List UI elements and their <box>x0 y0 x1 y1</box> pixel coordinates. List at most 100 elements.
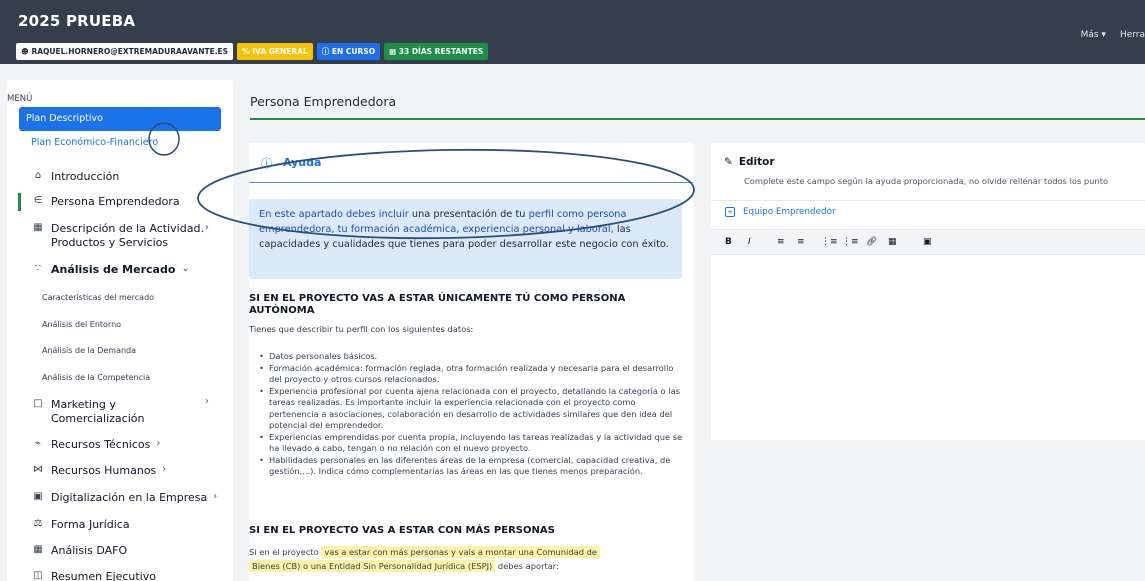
chevron-right-icon: › <box>156 438 161 449</box>
sidebar-item-label: Marketing y Comercialización <box>51 398 144 426</box>
menu-label: MENÚ <box>7 94 33 104</box>
sidebar-item-introduccion[interactable]: ⌂ Introducción <box>31 170 120 184</box>
sidebar-item-label: Digitalización en la Empresa <box>51 491 208 504</box>
page-title: Persona Emprendedora <box>250 94 397 109</box>
section-text-grupo: Si en el proyecto vas a estar con más pe… <box>249 545 679 573</box>
help-icon: ⓘ <box>261 157 272 170</box>
iva-badge: % IVA GENERAL <box>237 43 313 60</box>
label-line-1: Marketing y <box>51 398 116 411</box>
sidebar-item-digitalizacion[interactable]: ▣ Digitalización en la Empresa › <box>31 491 217 505</box>
divider <box>711 200 1145 201</box>
status-badge-text: EN CURSO <box>331 47 376 56</box>
sidebar-item-label: Introducción <box>51 170 120 183</box>
days-remaining-badge: ▦ 33 DÍAS RESTANTES <box>384 43 489 60</box>
home-icon: ⌂ <box>34 170 42 181</box>
sub-item-demanda[interactable]: Análisis de la Demanda <box>42 346 136 355</box>
plan-descriptivo-tab[interactable]: Plan Descriptivo <box>19 107 221 131</box>
sidebar-item-label: Recursos Humanos <box>51 464 157 477</box>
section-title-grupo: SI EN EL PROYECTO VAS A ESTAR CON MÁS PE… <box>249 525 555 536</box>
active-indicator <box>18 193 21 211</box>
calculator-icon: ▦ <box>33 222 43 233</box>
editor-subtitle: Complete este campo según la ayuda propo… <box>744 176 1109 186</box>
sidebar: MENÚ Plan Descriptivo Plan Económico-Fin… <box>7 80 233 581</box>
sidebar-item-label: Análisis de Mercado <box>51 263 176 276</box>
sidebar-item-forma-juridica[interactable]: ⚖ Forma Jurídica <box>31 518 130 532</box>
sub-item-competencia[interactable]: Análisis de la Competencia <box>42 373 150 382</box>
numbered-list-icon[interactable]: ⋮≡ <box>842 237 859 247</box>
sidebar-item-marketing[interactable]: □ Marketing y Comercialización <box>31 398 144 426</box>
list-item: Datos personales básicos. <box>259 351 684 363</box>
highlighted-text: vas a estar con más personas y vais a mo… <box>321 546 600 558</box>
info-text: una presentación de tu <box>408 209 529 220</box>
chevron-right-icon: › <box>162 464 167 475</box>
sidebar-item-recursos-humanos[interactable]: ⋈ Recursos Humanos › <box>31 464 166 478</box>
bullet-list-icon[interactable]: ⋮≡ <box>821 237 838 247</box>
sidebar-item-recursos-tecnicos[interactable]: ⌁ Recursos Técnicos › <box>31 438 160 452</box>
plan-title: 2025 PRUEBA <box>18 12 136 30</box>
title-divider <box>250 118 1145 120</box>
editor-title: ✎ Editor <box>724 156 775 168</box>
table-icon[interactable]: ▦ <box>888 237 897 247</box>
text-part: Si en el proyecto <box>249 547 322 557</box>
sidebar-item-dafo[interactable]: ▦ Análisis DAFO <box>31 544 127 558</box>
sidebar-item-label: Descripción de la Actividad. Productos y… <box>51 222 204 250</box>
list-item: Formación académica: formación reglada, … <box>259 363 684 386</box>
editor-title-text: Editor <box>738 156 775 168</box>
sidebar-item-label: Resumen Ejecutivo <box>51 570 156 581</box>
sidebar-item-descripcion[interactable]: ▦ Descripción de la Actividad. Productos… <box>31 222 204 250</box>
align-left-icon[interactable]: ≡ <box>777 237 785 247</box>
sidebar-item-label: Forma Jurídica <box>51 518 130 531</box>
label-line-1: Descripción de la Actividad. <box>51 222 204 235</box>
chart-icon: ∵ <box>34 263 42 274</box>
people-icon: ∈ <box>33 195 43 206</box>
more-menu[interactable]: Más ▾ <box>1081 30 1106 40</box>
bold-button[interactable]: B <box>725 237 732 247</box>
italic-button[interactable]: I <box>748 237 751 247</box>
link-icon[interactable]: 🔗︎ <box>866 237 877 247</box>
label-line-2: Productos y Servicios <box>51 236 169 249</box>
iva-badge-text: IVA GENERAL <box>252 47 308 56</box>
list-item: Habilidades personales en las diferentes… <box>259 455 684 478</box>
sidebar-item-label: Persona Emprendedora <box>51 195 180 208</box>
info-highlight: En este apartado debes incluir <box>259 209 409 220</box>
days-remaining-text: 33 DÍAS RESTANTES <box>398 47 484 56</box>
tab-equipo-emprendedor[interactable]: + Equipo Emprendedor <box>725 207 836 217</box>
laptop-icon: ▣ <box>33 491 43 502</box>
plan-economico-tab[interactable]: Plan Económico-Financiero <box>31 137 158 148</box>
sub-item-entorno[interactable]: Análisis del Entorno <box>42 320 121 329</box>
sub-item-caracteristicas[interactable]: Características del mercado <box>42 293 154 302</box>
tools-menu[interactable]: Herra <box>1120 30 1145 40</box>
status-badges: ☻ RAQUEL.HORNERO@EXTREMADURAAVANTE.ES % … <box>16 43 489 60</box>
pencil-icon: ✎ <box>724 156 733 168</box>
help-header: ⓘ Ayuda <box>249 143 693 183</box>
sidebar-item-label: Análisis DAFO <box>51 544 128 557</box>
doc-icon: ◫ <box>33 570 43 581</box>
scale-icon: ⚖ <box>33 518 43 529</box>
tools-icon: ⌁ <box>34 438 42 449</box>
label-line-2: Comercialización <box>51 412 145 425</box>
chevron-down-icon: ⌄ <box>181 263 190 274</box>
highlighted-text: Bienes (CB) o una Entidad Sin Personalid… <box>249 560 496 572</box>
align-center-icon[interactable]: ≡ <box>797 237 805 247</box>
top-header: 2025 PRUEBA ☻ RAQUEL.HORNERO@EXTREMADURA… <box>0 0 1145 64</box>
sidebar-item-label: Recursos Técnicos <box>51 438 151 451</box>
section-title-autonomo: SI EN EL PROYECTO VAS A ESTAR ÚNICAMENTE… <box>249 293 626 316</box>
sidebar-item-persona[interactable]: ∈ Persona Emprendedora <box>31 195 180 209</box>
chevron-right-icon: › <box>213 491 218 502</box>
sidebar-item-analisis-mercado[interactable]: ∵ Análisis de Mercado ⌄ <box>31 263 190 277</box>
help-info-box: En este apartado debes incluir una prese… <box>249 199 682 279</box>
top-links: Más ▾ Herra <box>1081 30 1145 40</box>
image-icon[interactable]: ▣ <box>923 237 932 247</box>
editor-text-area[interactable] <box>711 255 1145 440</box>
tab-label: Equipo Emprendedor <box>743 207 836 217</box>
chevron-right-icon[interactable]: › <box>205 222 209 233</box>
users-icon: ⋈ <box>33 464 43 475</box>
text-part: debes aportar: <box>495 561 559 571</box>
chevron-right-icon[interactable]: › <box>205 396 209 407</box>
bag-icon: □ <box>33 398 43 409</box>
editor-toolbar: B I ≡ ≡ ⋮≡ ⋮≡ 🔗︎ ▦ ▣ <box>711 229 1145 255</box>
grid-icon: ▦ <box>33 544 43 555</box>
editor-panel: ✎ Editor Complete este campo según la ay… <box>711 143 1145 440</box>
sidebar-item-resumen[interactable]: ◫ Resumen Ejecutivo <box>31 570 156 581</box>
user-badge: ☻ RAQUEL.HORNERO@EXTREMADURAAVANTE.ES <box>16 43 234 60</box>
